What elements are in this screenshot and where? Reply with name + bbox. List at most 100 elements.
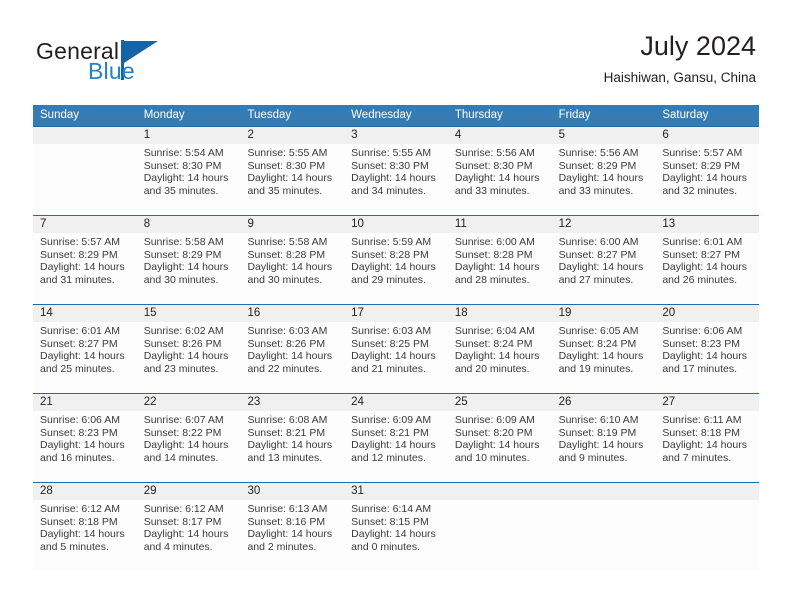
sunrise-text: Sunrise: 6:06 AM (40, 414, 120, 426)
sunset-text: Sunset: 8:30 PM (351, 159, 429, 172)
daylight-text-line1: Daylight: 14 hours (662, 261, 747, 274)
day-cell[interactable]: Sunrise: 6:13 AM Sunset: 8:16 PM Dayligh… (240, 500, 344, 571)
daylight-text-line2: and 31 minutes. (40, 273, 115, 286)
daylight-text-line2: and 30 minutes. (247, 273, 323, 286)
daylight-text-line2: and 23 minutes. (143, 362, 219, 375)
sunset-text: Sunset: 8:21 PM (351, 426, 429, 439)
daylight-text-line1: Daylight: 14 hours (351, 172, 436, 185)
daylight-text-line1: Daylight: 14 hours (143, 261, 229, 274)
day-number: 12 (558, 218, 572, 230)
day-cell[interactable]: Sunrise: 5:58 AM Sunset: 8:28 PM Dayligh… (240, 233, 344, 304)
daylight-text-line1: Daylight: 14 hours (558, 261, 644, 274)
day-cell[interactable]: Sunrise: 6:03 AM Sunset: 8:25 PM Dayligh… (344, 322, 448, 393)
day-cell[interactable]: Sunrise: 6:01 AM Sunset: 8:27 PM Dayligh… (655, 233, 759, 304)
day-cell[interactable]: Sunrise: 6:06 AM Sunset: 8:23 PM Dayligh… (33, 411, 137, 482)
day-number: 19 (558, 307, 572, 319)
daylight-text-line2: and 10 minutes. (454, 451, 530, 464)
day-cell[interactable]: Sunrise: 6:09 AM Sunset: 8:20 PM Dayligh… (448, 411, 552, 482)
sunset-text: Sunset: 8:24 PM (558, 337, 637, 350)
day-cell[interactable]: Sunrise: 6:00 AM Sunset: 8:27 PM Dayligh… (552, 233, 656, 304)
day-cell[interactable]: Sunrise: 6:02 AM Sunset: 8:26 PM Dayligh… (137, 322, 241, 393)
day-cell[interactable]: Sunrise: 5:56 AM Sunset: 8:30 PM Dayligh… (448, 144, 552, 215)
day-cell[interactable]: Sunrise: 6:14 AM Sunset: 8:15 PM Dayligh… (344, 500, 448, 571)
day-cell[interactable]: Sunrise: 5:56 AM Sunset: 8:29 PM Dayligh… (552, 144, 656, 215)
daylight-text-line2: and 9 minutes. (558, 451, 628, 464)
sunrise-text: Sunrise: 5:55 AM (351, 147, 432, 159)
daylight-text-line1: Daylight: 14 hours (143, 439, 229, 452)
sunrise-text: Sunrise: 6:11 AM (662, 414, 742, 426)
weekday-saturday: Saturday (662, 109, 709, 121)
day-number: 5 (558, 129, 565, 141)
day-cell[interactable]: Sunrise: 5:57 AM Sunset: 8:29 PM Dayligh… (33, 233, 137, 304)
daylight-text-line1: Daylight: 14 hours (247, 261, 333, 274)
day-cell[interactable]: Sunrise: 5:55 AM Sunset: 8:30 PM Dayligh… (344, 144, 448, 215)
day-cell[interactable]: Sunrise: 6:12 AM Sunset: 8:18 PM Dayligh… (33, 500, 137, 571)
day-cell[interactable]: Sunrise: 6:05 AM Sunset: 8:24 PM Dayligh… (552, 322, 656, 393)
sunset-text: Sunset: 8:27 PM (558, 248, 637, 261)
day-number-band: 1 2 3 4 5 6 (33, 127, 759, 144)
day-cell[interactable]: Sunrise: 6:10 AM Sunset: 8:19 PM Dayligh… (552, 411, 656, 482)
daylight-text-line2: and 5 minutes. (40, 540, 109, 553)
sunset-text: Sunset: 8:16 PM (247, 515, 326, 528)
sunrise-text: Sunrise: 6:05 AM (558, 325, 639, 337)
day-cell[interactable]: Sunrise: 5:57 AM Sunset: 8:29 PM Dayligh… (655, 144, 759, 215)
week-row: 28 29 30 31 Sunrise: 6:12 AM Sunset: 8:1… (33, 482, 759, 571)
daylight-text-line1: Daylight: 14 hours (40, 261, 125, 274)
daylight-text-line2: and 19 minutes. (558, 362, 634, 375)
daylight-text-line2: and 35 minutes. (143, 184, 219, 197)
day-cell[interactable]: Sunrise: 6:03 AM Sunset: 8:26 PM Dayligh… (240, 322, 344, 393)
day-number: 27 (662, 396, 676, 408)
daylight-text-line2: and 27 minutes. (558, 273, 634, 286)
day-number: 30 (247, 485, 261, 497)
weekday-tuesday: Tuesday (247, 109, 292, 121)
day-cell[interactable]: Sunrise: 5:55 AM Sunset: 8:30 PM Dayligh… (240, 144, 344, 215)
day-cell[interactable]: Sunrise: 6:01 AM Sunset: 8:27 PM Dayligh… (33, 322, 137, 393)
day-cell[interactable]: Sunrise: 6:00 AM Sunset: 8:28 PM Dayligh… (448, 233, 552, 304)
sunset-text: Sunset: 8:27 PM (662, 248, 740, 261)
day-cell[interactable] (552, 500, 656, 571)
day-cell[interactable]: Sunrise: 5:54 AM Sunset: 8:30 PM Dayligh… (137, 144, 241, 215)
general-blue-logo[interactable]: General Blue (36, 38, 206, 88)
day-cell[interactable]: Sunrise: 6:09 AM Sunset: 8:21 PM Dayligh… (344, 411, 448, 482)
day-cell[interactable]: Sunrise: 6:08 AM Sunset: 8:21 PM Dayligh… (240, 411, 344, 482)
daylight-text-line1: Daylight: 14 hours (454, 439, 540, 452)
day-number: 14 (40, 307, 53, 319)
day-cell[interactable] (655, 500, 759, 571)
daylight-text-line2: and 12 minutes. (351, 451, 426, 464)
day-number: 21 (40, 396, 53, 408)
day-cell[interactable]: Sunrise: 5:58 AM Sunset: 8:29 PM Dayligh… (137, 233, 241, 304)
sunrise-text: Sunrise: 6:00 AM (558, 236, 639, 248)
day-cell[interactable]: Sunrise: 6:04 AM Sunset: 8:24 PM Dayligh… (448, 322, 552, 393)
sunrise-text: Sunrise: 6:09 AM (351, 414, 432, 426)
sunset-text: Sunset: 8:20 PM (454, 426, 533, 439)
day-cell[interactable]: Sunrise: 6:12 AM Sunset: 8:17 PM Dayligh… (137, 500, 241, 571)
daylight-text-line1: Daylight: 14 hours (558, 350, 644, 363)
day-cell[interactable] (448, 500, 552, 571)
sunrise-text: Sunrise: 6:01 AM (662, 236, 743, 248)
day-cell[interactable] (33, 144, 137, 215)
day-number-band: 7 8 9 10 11 12 13 (33, 216, 759, 233)
daylight-text-line2: and 2 minutes. (247, 540, 317, 553)
sunset-text: Sunset: 8:30 PM (247, 159, 326, 172)
week-row: 7 8 9 10 11 12 13 Sunrise: 5:57 AM Sunse… (33, 215, 759, 304)
week-row: 21 22 23 24 25 26 27 Sunrise: 6:06 AM Su… (33, 393, 759, 482)
sunrise-text: Sunrise: 6:12 AM (40, 503, 120, 515)
sunset-text: Sunset: 8:29 PM (558, 159, 637, 172)
day-number: 3 (351, 129, 358, 141)
day-cell[interactable]: Sunrise: 6:06 AM Sunset: 8:23 PM Dayligh… (655, 322, 759, 393)
day-cell[interactable]: Sunrise: 5:59 AM Sunset: 8:28 PM Dayligh… (344, 233, 448, 304)
sunrise-text: Sunrise: 5:58 AM (143, 236, 224, 248)
week-row: 1 2 3 4 5 6 Sunrise: 5:54 AM Sunset: 8:3… (33, 126, 759, 215)
day-number: 22 (143, 396, 157, 408)
sunrise-text: Sunrise: 5:55 AM (247, 147, 328, 159)
weekday-header-row: Sunday Monday Tuesday Wednesday Thursday… (33, 105, 759, 126)
daylight-text-line1: Daylight: 14 hours (247, 172, 333, 185)
page-title: July 2024 (640, 31, 756, 61)
day-number: 16 (247, 307, 261, 319)
sunset-text: Sunset: 8:18 PM (40, 515, 118, 528)
day-cell[interactable]: Sunrise: 6:07 AM Sunset: 8:22 PM Dayligh… (137, 411, 241, 482)
sunrise-text: Sunrise: 6:08 AM (247, 414, 328, 426)
sunrise-text: Sunrise: 6:13 AM (247, 503, 328, 515)
day-cell[interactable]: Sunrise: 6:11 AM Sunset: 8:18 PM Dayligh… (655, 411, 759, 482)
sunrise-text: Sunrise: 6:09 AM (454, 414, 535, 426)
